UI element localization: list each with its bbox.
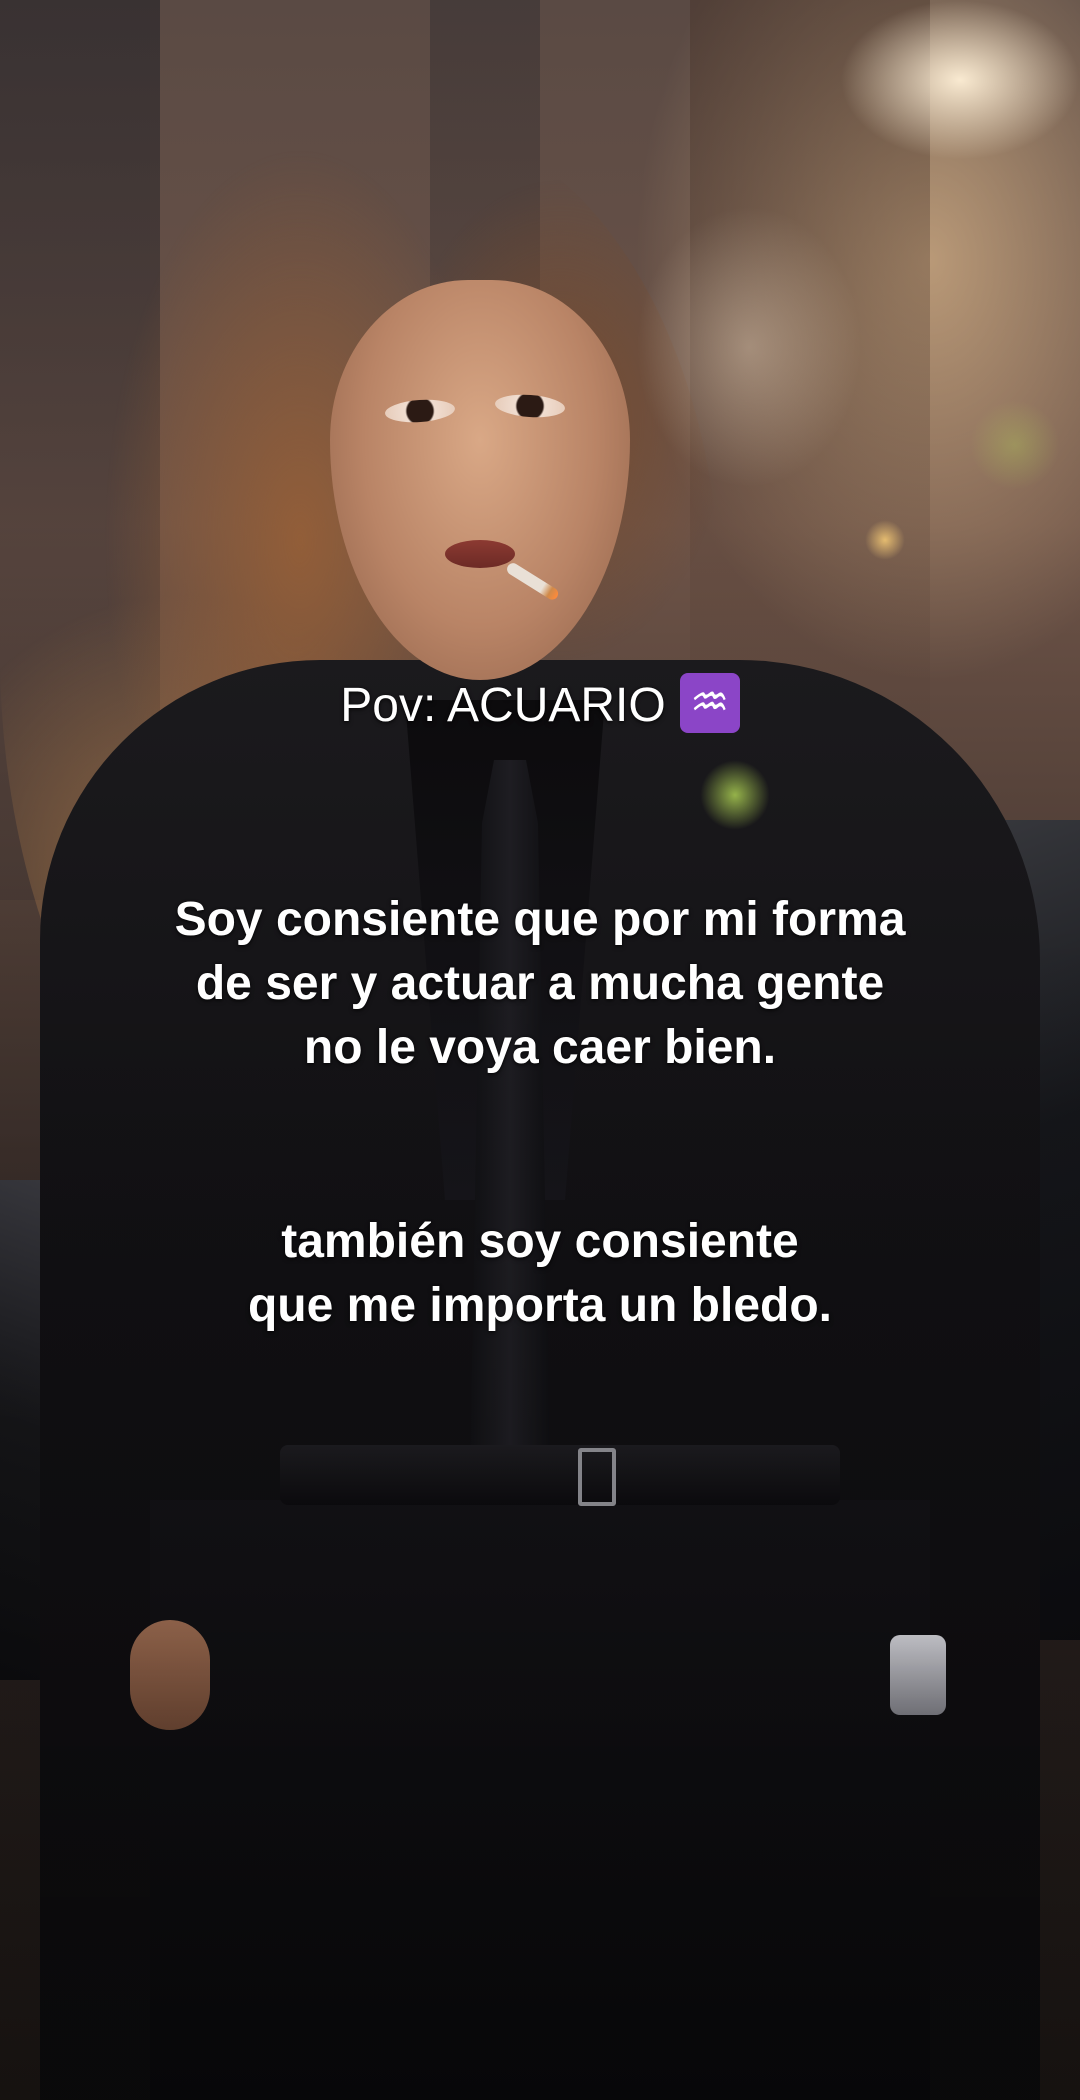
caption-paragraph-2: también soy consiente que me importa un … — [0, 1210, 1080, 1338]
pov-title-text: Pov: ACUARIO — [340, 679, 666, 732]
caption-line: no le voya caer bien. — [303, 1021, 777, 1074]
photo-background: Pov: ACUARIO ♒ Soy consiente que por mi f… — [0, 0, 1080, 2100]
caption-line: Soy consiente que por mi forma — [174, 893, 906, 946]
caption-line: también soy consiente — [281, 1215, 799, 1268]
caption-line: que me importa un bledo. — [247, 1279, 833, 1332]
pov-title: Pov: ACUARIO ♒ — [0, 673, 1080, 733]
aquarius-icon: ♒ — [679, 673, 740, 733]
aquarius-glyph: ♒ — [689, 677, 730, 728]
caption-line: de ser y actuar a mucha gente — [195, 957, 885, 1010]
caption-paragraph-1: Soy consiente que por mi forma de ser y … — [0, 888, 1080, 1080]
